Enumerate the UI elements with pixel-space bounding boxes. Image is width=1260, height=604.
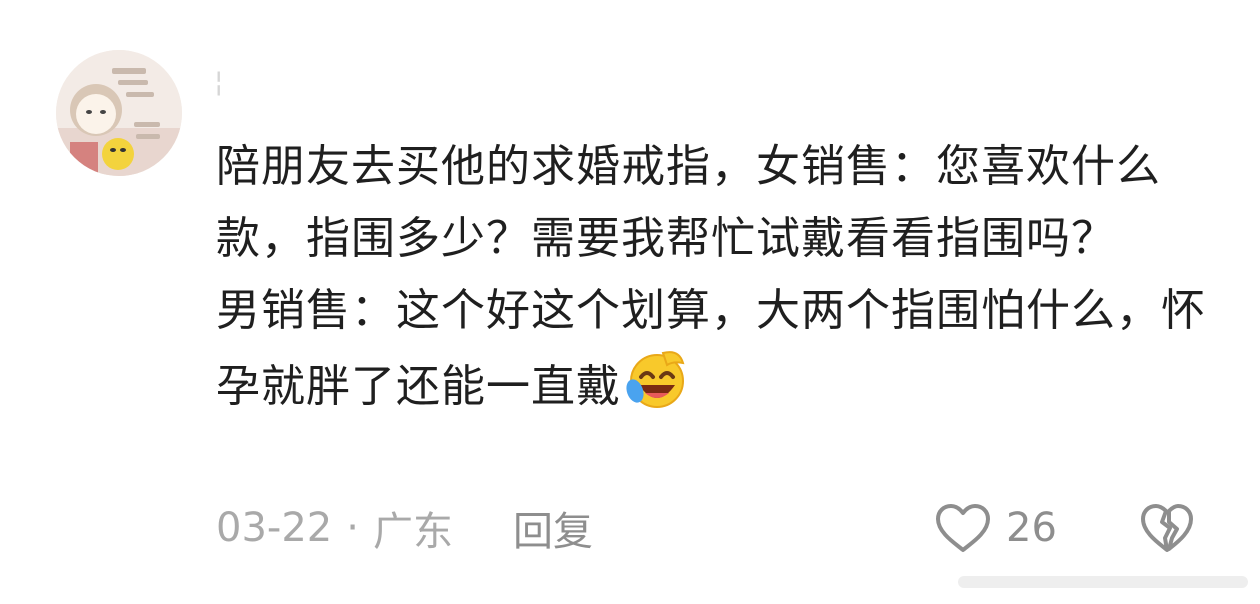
meta-separator: · (346, 505, 359, 551)
heart-outline-icon (936, 504, 990, 552)
username-placeholder: ¦ (214, 65, 224, 98)
comment-meta: 03-22 · 广东 回复 (216, 500, 593, 556)
comment-card: ¦ 陪朋友去买他的求婚戒指，女销售：您喜欢什么款，指围多少？需要我帮忙试戴看看指… (0, 0, 1260, 604)
comment-line-2-text: 男销售：这个好这个划算，大两个指围怕什么，怀孕就胖了还能一直戴 (216, 285, 1206, 412)
like-count: 26 (1006, 505, 1057, 551)
like-button[interactable]: 26 (934, 500, 1057, 556)
comment-location: 广东 (372, 509, 453, 555)
watermark (958, 568, 1248, 596)
comment-text: 陪朋友去买他的求婚戒指，女销售：您喜欢什么款，指围多少？需要我帮忙试戴看看指围吗… (216, 131, 1226, 423)
crying-laughing-emoji-icon (623, 347, 687, 411)
broken-heart-icon (1141, 504, 1193, 552)
comment-line-2: 男销售：这个好这个划算，大两个指围怕什么，怀孕就胖了还能一直戴 (216, 275, 1226, 423)
comment-date: 03-22 (216, 505, 333, 551)
dislike-button[interactable] (1138, 500, 1196, 556)
reply-button[interactable]: 回复 (513, 499, 593, 557)
avatar[interactable] (56, 50, 182, 176)
comment-line-1: 陪朋友去买他的求婚戒指，女销售：您喜欢什么款，指围多少？需要我帮忙试戴看看指围吗… (216, 141, 1161, 264)
